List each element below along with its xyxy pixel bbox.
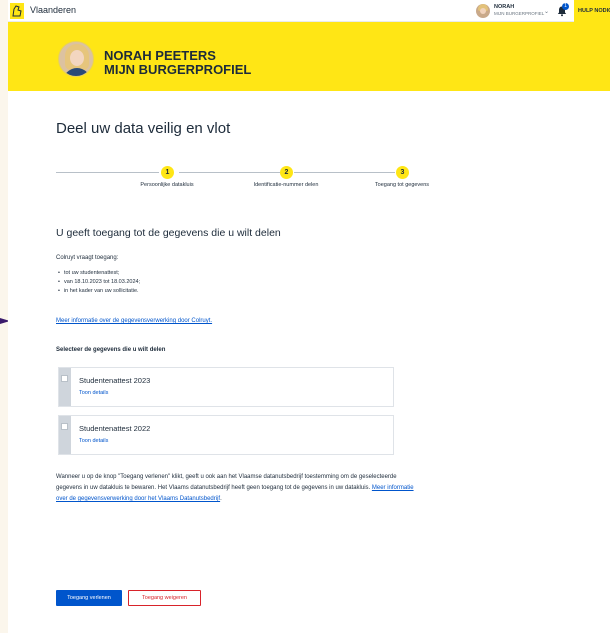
vlaanderen-lion-icon[interactable] [10, 3, 24, 19]
consent-text: Wanneer u op de knop "Toegang verlenen" … [56, 472, 416, 505]
help-button[interactable]: HULP NODIG? [574, 0, 610, 22]
select-checkbox[interactable] [61, 375, 68, 382]
select-data-heading: Selecteer de gegevens die u wilt delen [56, 347, 166, 353]
show-details-link[interactable]: Toon details [79, 438, 108, 444]
profile-name: NORAH PEETERS [104, 48, 216, 63]
step-1-indicator: 1 [161, 166, 174, 179]
profile-avatar [58, 41, 94, 77]
user-avatar[interactable] [476, 4, 490, 18]
brand-name[interactable]: Vlaanderen [30, 5, 76, 15]
progress-stepper: 1 Persoonlijke datakluis 2 Identificatie… [56, 163, 429, 213]
chevron-down-icon[interactable]: ⌄ [544, 8, 549, 15]
list-item: tot uw studentenattest; [58, 269, 140, 278]
step-connector [294, 172, 395, 173]
more-info-colruyt-link[interactable]: Meer informatie over de gegevensverwerki… [56, 318, 212, 324]
list-item: van 18.10.2023 tot 18.03.2024; [58, 278, 140, 287]
data-card-studentenattest-2023[interactable]: Studentenattest 2023 Toon details [58, 367, 394, 407]
step-connector [56, 172, 159, 173]
notification-count-badge: 1 [562, 3, 569, 10]
checkbox-column [59, 416, 71, 454]
user-profile-label[interactable]: MIJN BURGERPROFIEL [494, 11, 544, 16]
step-2-label: Identificatie-nummer delen [253, 182, 319, 188]
list-item: in het kader van uw sollicitatie. [58, 287, 140, 296]
show-details-link[interactable]: Toon details [79, 390, 108, 396]
grant-access-button[interactable]: Toegang verlenen [56, 590, 122, 606]
top-bar: Vlaanderen NORAH MIJN BURGERPROFIEL ⌄ 1 … [8, 0, 610, 22]
section-title: U geeft toegang tot de gegevens die u wi… [56, 227, 281, 239]
step-3-indicator: 3 [396, 166, 409, 179]
step-3-label: Toegang tot gegevens [374, 182, 430, 188]
step-connector [179, 172, 281, 173]
card-title: Studentenattest 2022 [79, 424, 151, 433]
user-name[interactable]: NORAH [494, 4, 514, 10]
deny-access-button[interactable]: Toegang weigeren [128, 590, 201, 606]
request-details-list: tot uw studentenattest; van 18.10.2023 t… [58, 269, 140, 296]
consent-body: Wanneer u op de knop "Toegang verlenen" … [56, 474, 397, 491]
checkbox-column [59, 368, 71, 406]
select-checkbox[interactable] [61, 423, 68, 430]
page-title: Deel uw data veilig en vlot [56, 120, 231, 137]
page: Vlaanderen NORAH MIJN BURGERPROFIEL ⌄ 1 … [8, 0, 610, 633]
hero-banner: NORAH PEETERS MIJN BURGERPROFIEL [8, 22, 610, 91]
data-card-studentenattest-2022[interactable]: Studentenattest 2022 Toon details [58, 415, 394, 455]
profile-subtitle: MIJN BURGERPROFIEL [104, 62, 252, 77]
card-title: Studentenattest 2023 [79, 376, 151, 385]
step-1-label: Persoonlijke datakluis [140, 182, 194, 188]
consent-end: . [220, 496, 222, 502]
step-2-indicator: 2 [280, 166, 293, 179]
request-intro: Colruyt vraagt toegang: [56, 255, 119, 261]
